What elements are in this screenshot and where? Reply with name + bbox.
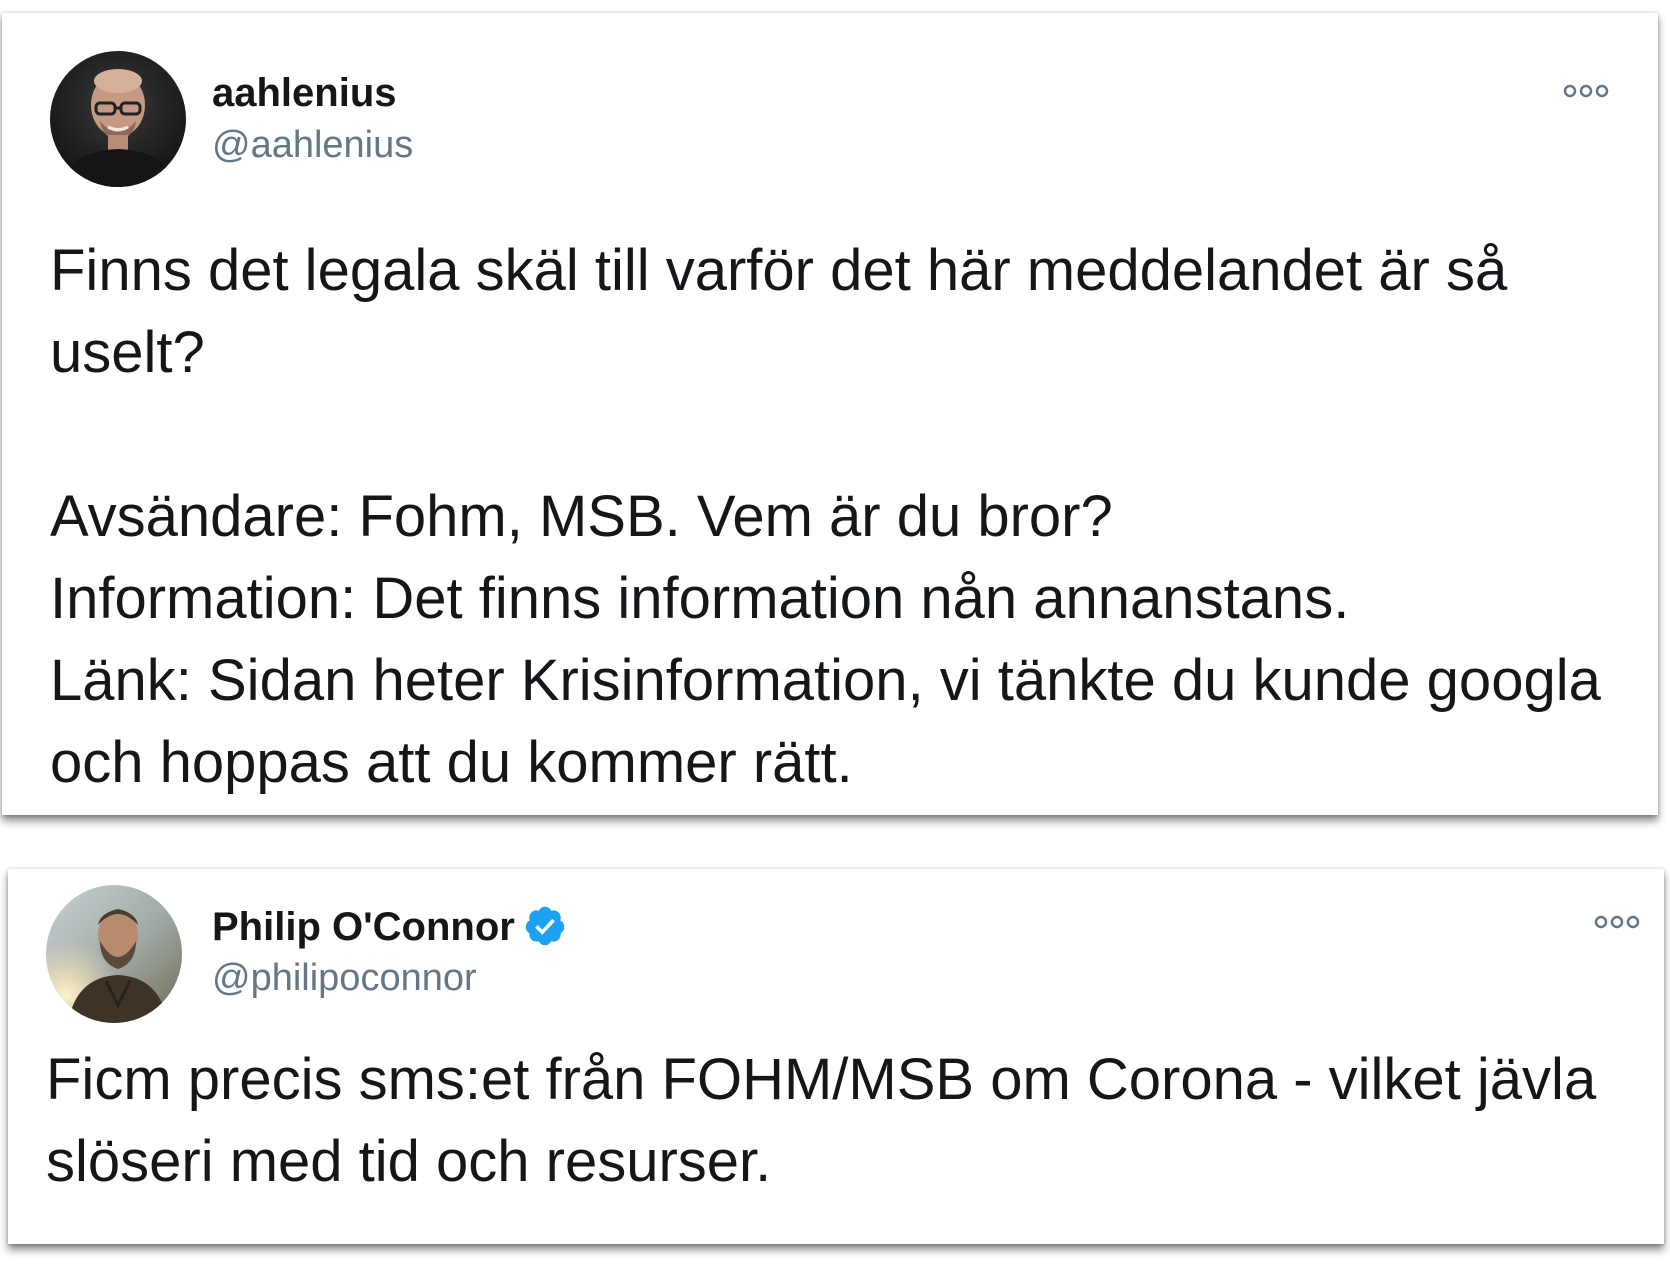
avatar[interactable] (46, 885, 182, 1023)
user-avatar-icon (50, 51, 186, 187)
tweet-text: Finns det legala skäl till varför det hä… (50, 238, 1601, 795)
username-handle[interactable]: @philipoconnor (212, 955, 477, 1001)
tweet-card: aahlenius @aahlenius Finns det legala sk… (2, 12, 1658, 815)
username-handle[interactable]: @aahlenius (212, 122, 413, 168)
display-name[interactable]: aahlenius (212, 69, 397, 117)
more-options-icon[interactable] (1592, 912, 1642, 932)
tweet-card: Philip O'Connor @philipoconnor Ficm prec… (8, 868, 1664, 1244)
display-name-text: Philip O'Connor (212, 905, 515, 949)
verified-badge-icon (523, 904, 567, 948)
more-options-icon[interactable] (1561, 81, 1611, 101)
display-name[interactable]: Philip O'Connor (212, 903, 567, 951)
user-avatar-icon (46, 885, 182, 1023)
avatar[interactable] (50, 51, 186, 187)
tweet-text: Ficm precis sms:et från FOHM/MSB om Coro… (46, 1047, 1597, 1194)
